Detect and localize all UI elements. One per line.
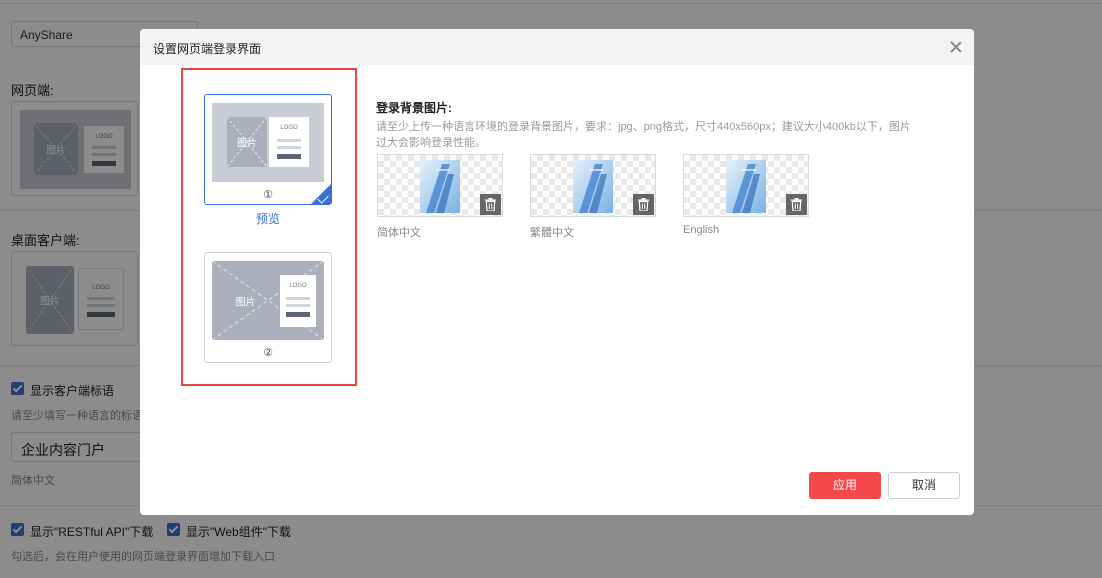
- template-number: ②: [263, 347, 273, 359]
- background-image-caption: 简体中文: [377, 227, 421, 239]
- logo-text: LOGO: [289, 283, 307, 289]
- background-image-requirements: 请至少上传一种语言环境的登录背景图片，要求：jpg、png格式，尺寸440x56…: [376, 121, 911, 149]
- background-image-zh-cn[interactable]: [377, 154, 503, 217]
- background-image-zh-tw[interactable]: [530, 154, 656, 217]
- template-option-1[interactable]: 图片 LOGO ①: [204, 94, 332, 205]
- logo-text: LOGO: [280, 125, 298, 131]
- preview-link[interactable]: 预览: [204, 210, 332, 227]
- image-placeholder-text: 图片: [237, 138, 257, 150]
- form-button: [286, 312, 310, 317]
- login-form-preview: LOGO: [280, 275, 316, 327]
- delete-icon[interactable]: [633, 194, 654, 215]
- building-image-icon: [420, 160, 460, 213]
- background-image-caption: English: [683, 224, 720, 236]
- form-line: [286, 304, 310, 307]
- template-2-thumbnail: 图片 LOGO: [212, 261, 324, 340]
- form-line: [277, 146, 301, 149]
- building-image-icon: [726, 160, 766, 213]
- image-placeholder-text: 图片: [235, 297, 256, 308]
- dialog-header: 设置网页端登录界面: [140, 29, 974, 65]
- background-image-en[interactable]: [683, 154, 809, 217]
- login-page-settings-dialog: 设置网页端登录界面 图片 LOGO ① 预览 图片 LOGO ② 登录背景图片:…: [140, 29, 974, 515]
- building-image-icon: [573, 160, 613, 213]
- cancel-button[interactable]: 取消: [888, 472, 960, 499]
- apply-button[interactable]: 应用: [809, 472, 881, 499]
- close-icon[interactable]: [948, 39, 964, 55]
- delete-icon[interactable]: [786, 194, 807, 215]
- login-form-preview: LOGO: [269, 117, 309, 167]
- template-1-thumbnail: 图片 LOGO: [212, 103, 324, 182]
- template-option-2[interactable]: 图片 LOGO ②: [204, 252, 332, 363]
- dialog-title: 设置网页端登录界面: [153, 42, 262, 56]
- background-image-section-title: 登录背景图片:: [376, 101, 452, 115]
- form-line: [286, 297, 310, 300]
- image-placeholder-icon: 图片: [227, 117, 267, 167]
- delete-icon[interactable]: [480, 194, 501, 215]
- form-line: [277, 139, 301, 142]
- background-image-caption: 繁體中文: [530, 227, 574, 239]
- form-button: [277, 154, 301, 159]
